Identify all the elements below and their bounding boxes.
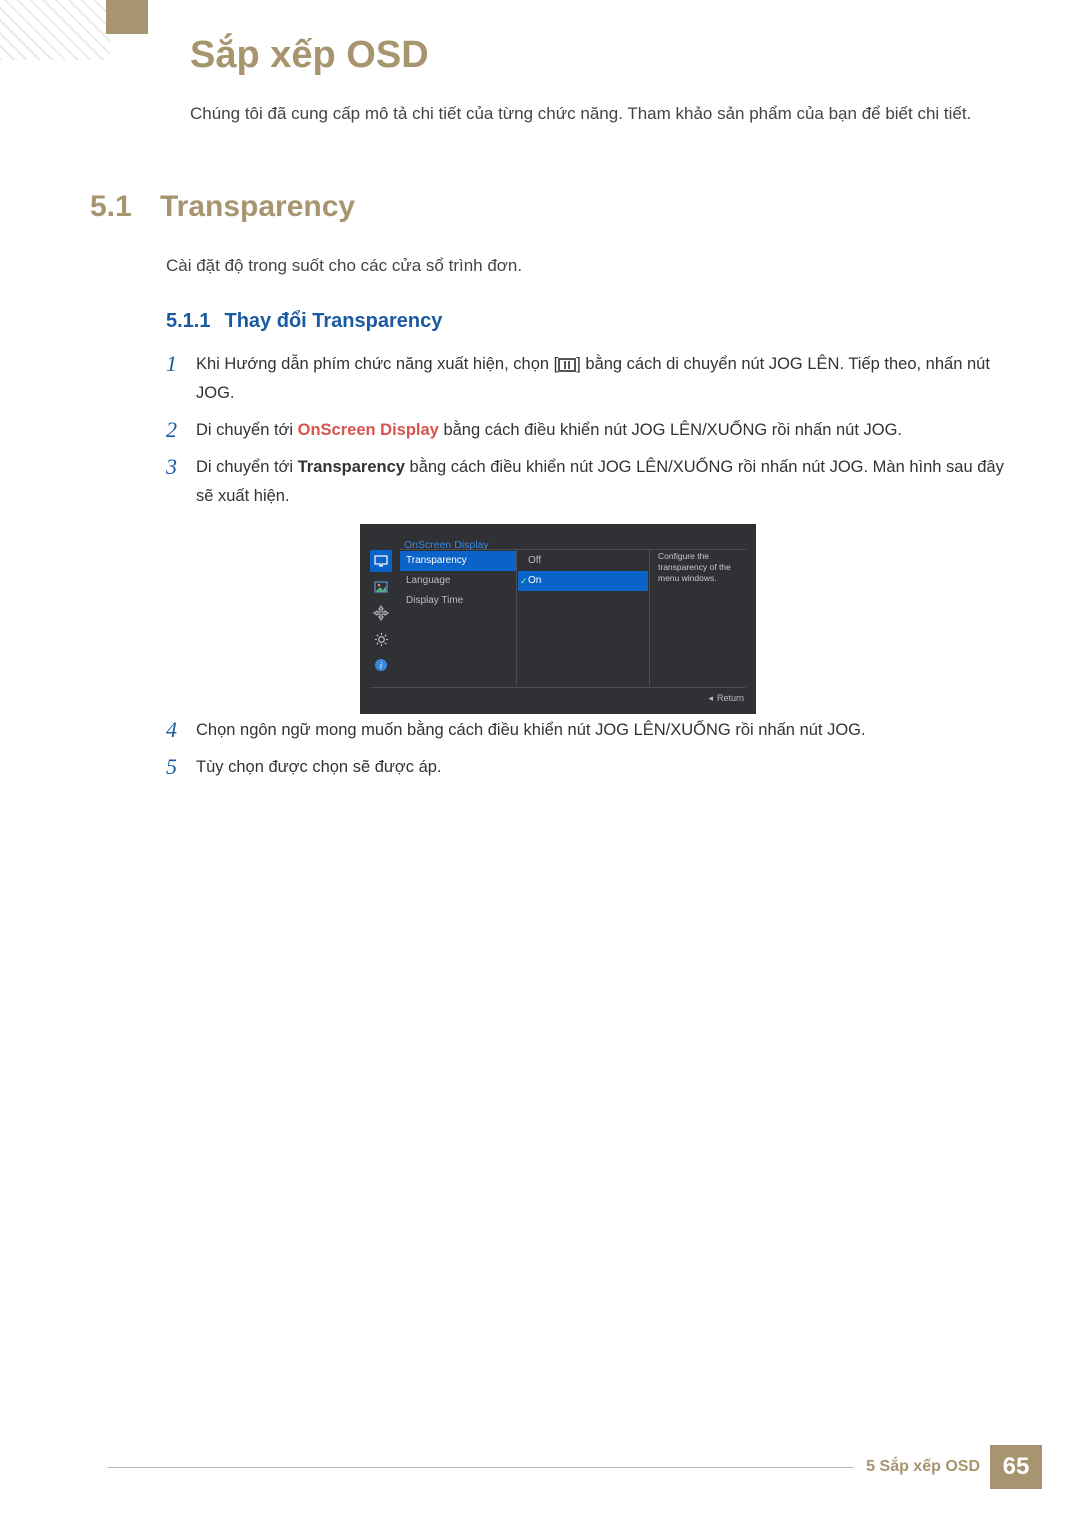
step-number: 1 [166,350,196,379]
section-title: Transparency [160,190,355,223]
osd-description: Configure the transparency of the menu w… [658,551,746,584]
section-heading: 5.1Transparency [90,190,355,224]
osd-screenshot: OnScreen Display i [360,524,756,714]
osd-value-off: Off [518,551,648,571]
step-2: 2 Di chuyển tới OnScreen Display bằng cá… [166,416,1010,445]
monitor-icon [370,550,392,572]
picture-icon [370,576,392,598]
step-number: 5 [166,753,196,782]
subsection-number: 5.1.1 [166,310,210,333]
osd-values: Off On [518,551,648,591]
osd-divider [370,687,746,688]
step-3: 3 Di chuyển tới Transparency bằng cách đ… [166,453,1010,725]
footer-chapter-label: 5 Sắp xếp OSD [866,1458,980,1476]
osd-menu-language: Language [400,571,516,591]
subsection-heading: 5.1.1 Thay đổi Transparency [166,310,442,333]
step-3-bold: Transparency [298,458,405,476]
osd-divider [649,550,650,686]
step-body: Di chuyển tới OnScreen Display bằng cách… [196,416,1010,445]
step-body: Tùy chọn được chọn sẽ được áp. [196,753,1010,782]
corner-decoration [0,0,110,60]
footer-page-number: 65 [990,1445,1042,1489]
step-4: 4 Chọn ngôn ngữ mong muốn bằng cách điều… [166,716,1010,745]
move-icon [370,602,392,624]
step-5: 5 Tùy chọn được chọn sẽ được áp. [166,753,1010,782]
footer-rule [108,1467,854,1468]
osd-menu-display-time: Display Time [400,591,516,611]
gear-icon [370,628,392,650]
osd-sidebar-icons: i [370,550,392,680]
section-description: Cài đặt độ trong suốt cho các cửa sổ trì… [166,256,522,276]
osd-menu-transparency: Transparency [400,551,516,571]
page-footer: 5 Sắp xếp OSD 65 [108,1443,1042,1491]
step-2-text-b: bằng cách điều khiển nút JOG LÊN/XUỐNG r… [439,421,902,439]
step-number: 3 [166,453,196,482]
step-body: Di chuyển tới Transparency bằng cách điề… [196,453,1010,725]
step-number: 4 [166,716,196,745]
section-number: 5.1 [90,190,160,224]
osd-value-on: On [518,571,648,591]
step-2-highlight: OnScreen Display [298,421,439,439]
steps-lower: 4 Chọn ngôn ngữ mong muốn bằng cách điều… [166,716,1010,790]
osd-divider [516,550,517,686]
osd-return: Return [708,691,744,707]
chapter-tab [106,0,148,34]
step-1-text-a: Khi Hướng dẫn phím chức năng xuất hiện, … [196,355,558,373]
osd-menu: Transparency Language Display Time [400,551,516,611]
step-body: Chọn ngôn ngữ mong muốn bằng cách điều k… [196,716,1010,745]
menu-icon [558,358,576,372]
steps-upper: 1 Khi Hướng dẫn phím chức năng xuất hiện… [166,350,1010,732]
step-2-text-a: Di chuyển tới [196,421,298,439]
info-icon: i [370,654,392,676]
intro-text: Chúng tôi đã cung cấp mô tả chi tiết của… [190,100,1000,128]
step-1: 1 Khi Hướng dẫn phím chức năng xuất hiện… [166,350,1010,408]
step-number: 2 [166,416,196,445]
subsection-title: Thay đổi Transparency [224,310,442,332]
step-body: Khi Hướng dẫn phím chức năng xuất hiện, … [196,350,1010,408]
step-3-text-a: Di chuyển tới [196,458,298,476]
page-title: Sắp xếp OSD [190,34,429,77]
